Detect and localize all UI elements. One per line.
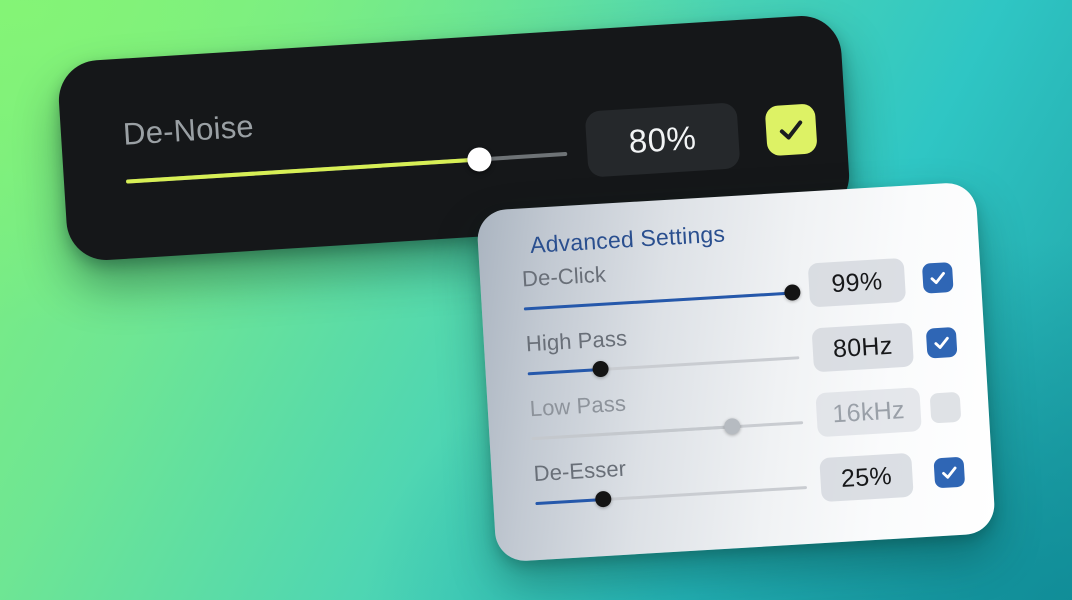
setting-row-slider-knob[interactable] (594, 490, 612, 508)
setting-row-slider-fill (523, 291, 793, 311)
setting-row-value-field[interactable]: 16kHz (815, 387, 922, 438)
setting-row-slider-fill (527, 368, 602, 376)
advanced-settings-panel: Advanced Settings De-Click 99% High Pass 80… (476, 181, 996, 563)
denoise-slider[interactable] (125, 143, 568, 191)
check-icon (939, 462, 960, 483)
setting-row-checkbox[interactable] (929, 391, 962, 424)
setting-row-label: High Pass (525, 325, 628, 357)
check-icon (931, 332, 952, 353)
setting-row-slider-knob[interactable] (724, 417, 741, 435)
setting-row-checkbox[interactable] (933, 456, 966, 489)
denoise-slider-fill (125, 157, 480, 184)
denoise-slider-knob[interactable] (466, 146, 492, 173)
setting-row-label: Low Pass (529, 390, 627, 422)
advanced-settings-title: Advanced Settings (529, 220, 726, 258)
denoise-value-field[interactable]: 80% (584, 102, 741, 178)
setting-row-slider-knob[interactable] (592, 360, 610, 378)
setting-row-label: De-Esser (532, 455, 627, 487)
setting-row-label: De-Click (521, 261, 607, 292)
setting-row-value-field[interactable]: 25% (819, 452, 914, 503)
setting-row-value-field[interactable]: 80Hz (811, 322, 914, 373)
denoise-checkbox[interactable] (764, 103, 818, 157)
check-icon (775, 114, 807, 146)
screen-root: De-Noise 80% Advanced Settings De-Click 9… (0, 0, 1072, 600)
setting-row-slider-fill (531, 425, 733, 441)
setting-row-value-field[interactable]: 99% (807, 257, 907, 308)
denoise-label: De-Noise (122, 108, 255, 152)
setting-row-checkbox[interactable] (921, 262, 954, 294)
check-icon (927, 267, 948, 288)
setting-row-slider-fill (535, 498, 604, 506)
setting-row-slider-knob[interactable] (784, 284, 802, 301)
setting-row-checkbox[interactable] (925, 326, 958, 359)
